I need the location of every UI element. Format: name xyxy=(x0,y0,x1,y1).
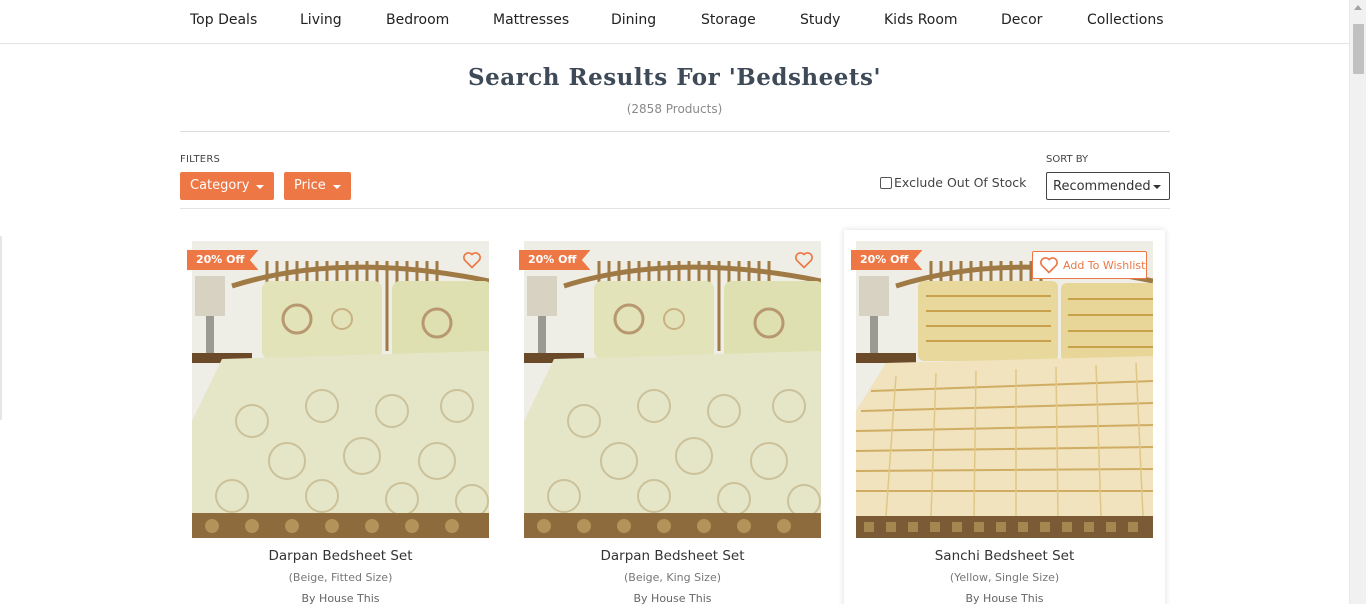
product-name[interactable]: Darpan Bedsheet Set xyxy=(180,548,501,564)
nav-item-kids-room[interactable]: Kids Room xyxy=(884,12,958,28)
discount-badge: 20% Off xyxy=(851,250,923,270)
exclude-out-of-stock-toggle[interactable]: Exclude Out Of Stock xyxy=(880,175,1026,190)
nav-item-mattresses[interactable]: Mattresses xyxy=(493,12,569,28)
add-to-wishlist-label: Add To Wishlist xyxy=(1063,258,1146,272)
product-variant: (Beige, King Size) xyxy=(624,571,721,584)
nav-item-study[interactable]: Study xyxy=(800,12,840,28)
product-image[interactable] xyxy=(856,241,1153,538)
caret-down-icon xyxy=(1153,185,1161,189)
divider xyxy=(180,131,1170,132)
heart-icon xyxy=(1040,257,1058,274)
product-card[interactable]: 20% Off Add To Wishlist Sanchi Bedsheet … xyxy=(844,230,1165,604)
nav-item-living[interactable]: Living xyxy=(300,12,342,28)
product-image[interactable] xyxy=(524,241,821,538)
nav-item-top-deals[interactable]: Top Deals xyxy=(190,12,257,28)
add-to-wishlist-button[interactable]: Add To Wishlist xyxy=(1032,251,1147,279)
heart-icon[interactable] xyxy=(462,250,482,270)
product-brand: By House This xyxy=(633,592,712,604)
price-filter-button[interactable]: Price xyxy=(284,172,351,200)
product-image[interactable] xyxy=(192,241,489,538)
page-title: Search Results For 'Bedsheets' xyxy=(467,64,882,91)
nav-item-decor[interactable]: Decor xyxy=(1001,12,1042,28)
scrollbar-thumb[interactable] xyxy=(1353,24,1364,74)
sort-by-select[interactable]: Recommended xyxy=(1046,172,1170,200)
product-brand: By House This xyxy=(965,592,1044,604)
nav-item-collections[interactable]: Collections xyxy=(1087,12,1164,28)
nav-item-bedroom[interactable]: Bedroom xyxy=(386,12,449,28)
page-scrollbar[interactable] xyxy=(1349,0,1366,604)
side-edge-tab xyxy=(0,236,2,420)
category-filter-button[interactable]: Category xyxy=(180,172,274,200)
product-card[interactable]: 20% Off Darpan Bedsheet Set (Beige, King… xyxy=(512,230,833,604)
product-count: (2858 Products) xyxy=(626,102,723,116)
exclude-out-of-stock-label: Exclude Out Of Stock xyxy=(894,175,1027,190)
sort-by-label: SORT BY xyxy=(1046,154,1089,165)
scroll-up-arrow-icon[interactable] xyxy=(1354,5,1362,10)
divider xyxy=(180,208,1170,209)
caret-down-icon xyxy=(333,185,341,189)
caret-down-icon xyxy=(256,185,264,189)
sort-selected-value: Recommended xyxy=(1053,179,1151,194)
product-card[interactable]: 20% Off Darpan Bedsheet Set (Beige, Fitt… xyxy=(180,230,501,604)
exclude-out-of-stock-checkbox[interactable] xyxy=(880,176,892,189)
discount-badge: 20% Off xyxy=(519,250,591,270)
product-name[interactable]: Sanchi Bedsheet Set xyxy=(844,548,1165,564)
price-filter-label: Price xyxy=(294,178,326,193)
bedsheet-photo-beige xyxy=(192,241,489,538)
product-variant: (Yellow, Single Size) xyxy=(949,571,1060,584)
nav-item-storage[interactable]: Storage xyxy=(701,12,756,28)
product-variant: (Beige, Fitted Size) xyxy=(288,571,393,584)
filters-label: FILTERS xyxy=(180,154,221,165)
product-name[interactable]: Darpan Bedsheet Set xyxy=(512,548,833,564)
product-brand: By House This xyxy=(301,592,380,604)
heart-icon[interactable] xyxy=(794,250,814,270)
category-filter-label: Category xyxy=(190,178,250,193)
bedsheet-photo-yellow xyxy=(856,241,1153,538)
discount-badge: 20% Off xyxy=(187,250,259,270)
nav-item-dining[interactable]: Dining xyxy=(611,12,656,28)
bedsheet-photo-beige xyxy=(524,241,821,538)
top-navigation: Top Deals Living Bedroom Mattresses Dini… xyxy=(0,0,1349,44)
